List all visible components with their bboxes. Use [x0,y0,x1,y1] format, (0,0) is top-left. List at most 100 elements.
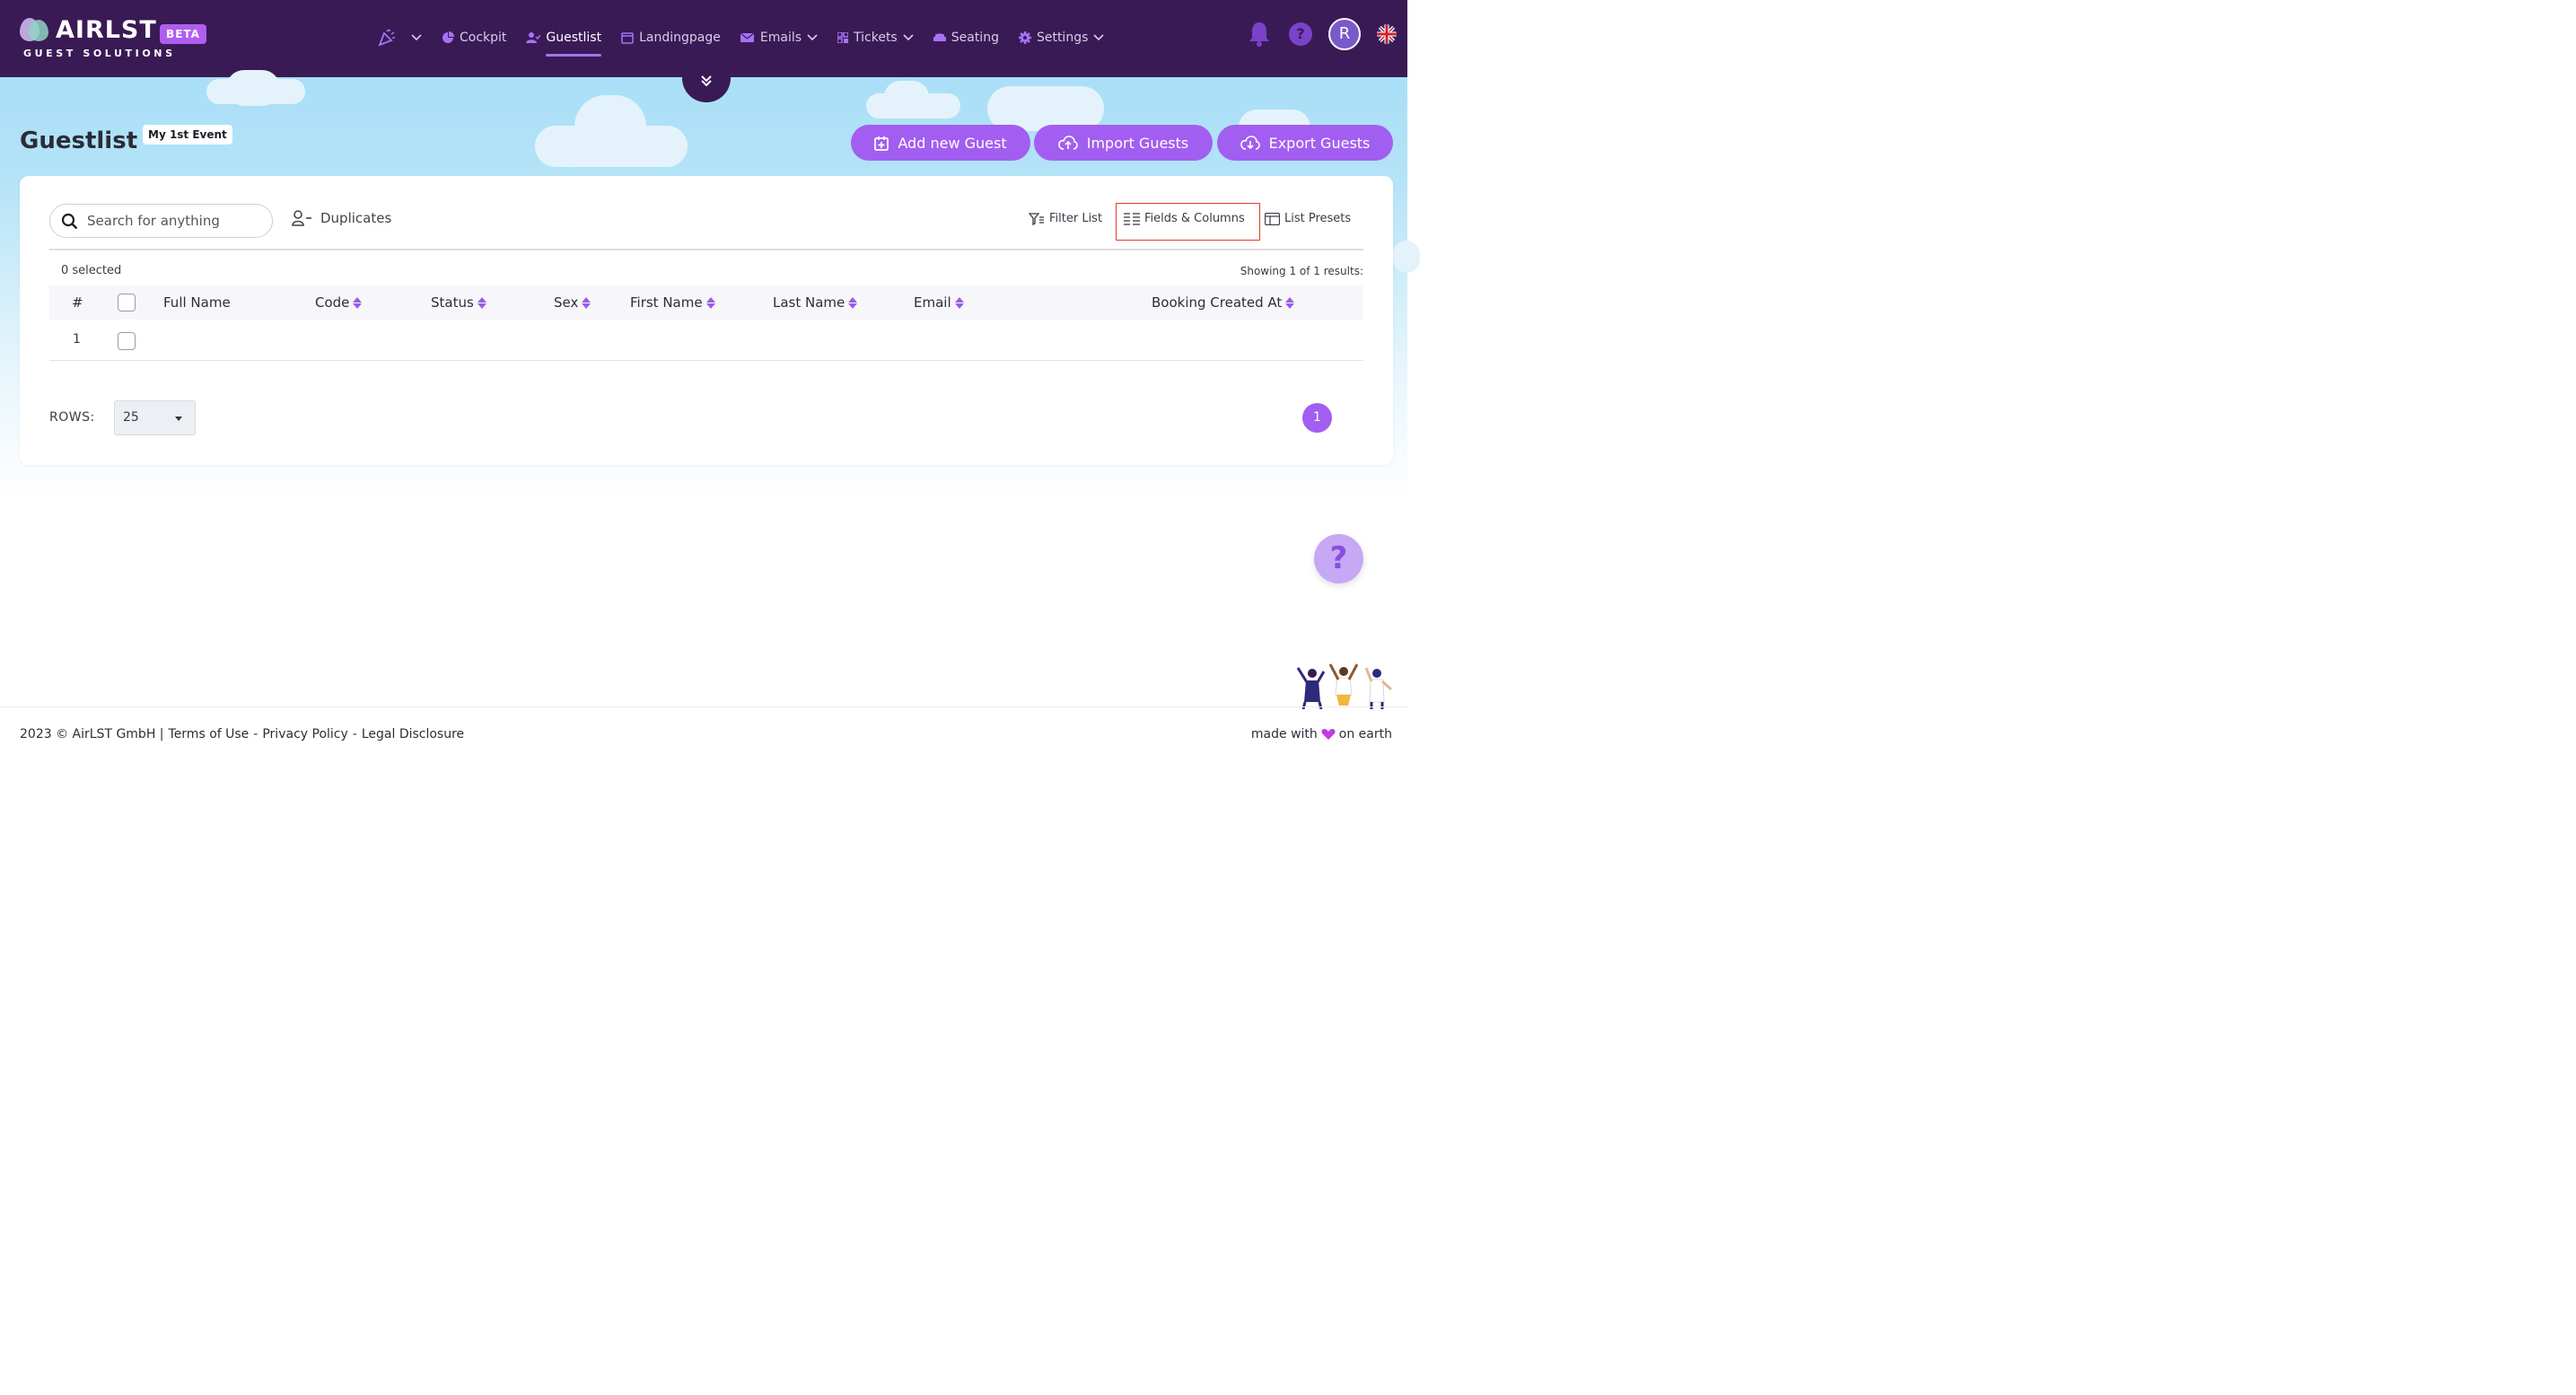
column-header-email[interactable]: Email [914,285,964,320]
footer-separator: - [352,727,357,741]
table-layout-icon [1265,212,1280,225]
list-presets-label: List Presets [1284,212,1352,225]
row-checkbox[interactable] [118,332,136,350]
filter-icon [1029,212,1045,225]
cloud-decoration [884,81,929,113]
terms-of-use-link[interactable]: Terms of Use [169,727,250,741]
column-header-last-name[interactable]: Last Name [773,285,858,320]
export-guests-button[interactable]: Export Guests [1217,125,1393,161]
user-minus-icon [292,210,311,226]
bell-icon[interactable] [1248,21,1271,48]
rows-per-page-label: ROWS: [49,410,95,425]
filter-list-button[interactable]: Filter List [1029,212,1102,225]
search-box[interactable] [49,204,273,238]
selected-count: 0 selected [61,264,122,277]
cloud-decoration [574,95,646,158]
nav-label-guestlist: Guestlist [546,31,602,45]
footer-divider [0,706,1407,707]
duplicates-button[interactable]: Duplicates [292,210,391,226]
copyright-text: 2023 © AirLST GmbH | [20,727,164,741]
help-icon[interactable]: ? [1289,22,1312,46]
nav-seating[interactable]: Seating [933,22,999,54]
list-presets-button[interactable]: List Presets [1265,212,1351,225]
mail-icon [740,31,755,44]
search-icon [61,213,78,230]
nav-settings[interactable]: Settings [1018,22,1104,54]
column-header-sex[interactable]: Sex [554,285,591,320]
nav-emails[interactable]: Emails [740,22,818,54]
footer-links: 2023 © AirLST GmbH | Terms of Use - Priv… [20,727,469,741]
nav-label-cockpit: Cockpit [460,31,507,45]
cloud-download-icon [1240,136,1260,150]
export-guests-label: Export Guests [1268,134,1371,152]
caret-down-icon [175,417,182,421]
guestlist-card: Duplicates Filter List Fields & Columns … [20,176,1393,465]
nav-cockpit[interactable]: Cockpit [442,22,506,54]
nav-landingpage[interactable]: Landingpage [621,22,721,54]
sort-icon [954,296,964,309]
import-guests-button[interactable]: Import Guests [1034,125,1213,161]
nav-label-settings: Settings [1036,31,1089,45]
column-header-booking-created-at[interactable]: Booking Created At [1152,285,1295,320]
party-popper-icon [377,28,397,48]
sort-icon [582,296,591,309]
cloud-upload-icon [1057,136,1078,150]
nav-events-menu[interactable] [377,22,422,54]
add-new-guest-button[interactable]: Add new Guest [851,125,1030,161]
sort-icon [705,296,715,309]
fields-columns-button[interactable]: Fields & Columns [1124,212,1245,225]
page-title: Guestlist [20,127,138,154]
chevron-down-icon [1093,32,1104,43]
beta-badge: BETA [160,24,206,44]
nav-label-landingpage: Landingpage [639,31,721,45]
cloud-decoration [1393,241,1420,273]
logo-drops-icon [18,14,48,43]
table-header: # Full Name Code Status Sex First Name L… [49,285,1363,320]
row-number: 1 [73,332,81,347]
table-row[interactable]: 1 [49,323,1363,361]
sofa-icon [933,31,946,44]
import-guests-label: Import Guests [1086,134,1189,152]
nav-guestlist[interactable]: Guestlist [526,22,602,57]
footer-separator: - [253,727,258,741]
add-new-guest-label: Add new Guest [898,134,1007,152]
celebrating-people-illustration [1294,662,1393,710]
select-all-checkbox[interactable] [118,294,136,311]
uk-flag-icon[interactable] [1377,24,1397,44]
column-header-status[interactable]: Status [431,285,486,320]
column-header-code[interactable]: Code [315,285,363,320]
privacy-policy-link[interactable]: Privacy Policy [262,727,347,741]
double-chevron-down-icon [701,75,712,87]
rows-per-page-select[interactable]: 25 [114,400,196,435]
sort-icon [353,296,363,309]
sort-icon [1285,296,1295,309]
chevron-down-icon [411,32,422,43]
page-button-current[interactable]: 1 [1302,403,1332,433]
qr-code-icon [837,31,849,44]
user-check-icon [526,31,541,44]
results-count: Showing 1 of 1 results: [1240,265,1363,277]
legal-disclosure-link[interactable]: Legal Disclosure [362,727,464,741]
logo-subtitle: GUEST SOLUTIONS [23,48,176,59]
airlst-logo[interactable]: AIRLST GUEST SOLUTIONS [18,14,172,59]
toolbar-divider [49,249,1363,250]
chevron-down-icon [903,32,914,43]
column-header-number: # [72,294,83,311]
heart-icon [1321,728,1336,741]
column-header-first-name[interactable]: First Name [630,285,715,320]
window-icon [621,31,634,44]
nav-label-emails: Emails [759,31,802,45]
sort-icon [477,296,486,309]
search-input[interactable] [87,213,258,229]
rows-per-page-value: 25 [123,410,139,425]
column-header-full-name[interactable]: Full Name [163,285,231,320]
floating-help-button[interactable]: ? [1314,534,1363,583]
made-with-text: made with [1250,727,1318,741]
calendar-plus-icon [874,136,889,151]
logo-text: AIRLST [56,16,157,44]
event-badge: My 1st Event [143,125,232,145]
chevron-down-icon [807,32,818,43]
nav-tickets[interactable]: Tickets [837,22,914,54]
user-avatar[interactable]: R [1328,18,1361,50]
cloud-decoration [226,70,280,106]
